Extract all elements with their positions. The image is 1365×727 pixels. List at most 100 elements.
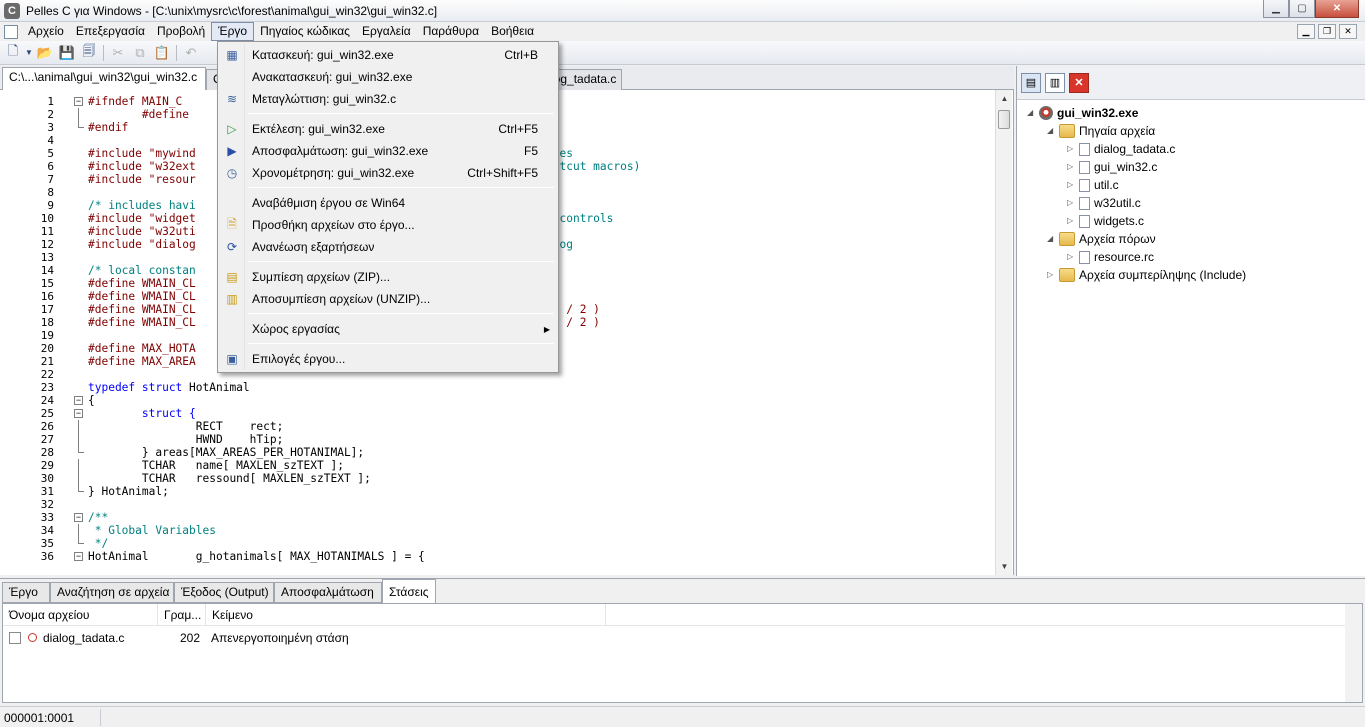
tree-file-widgets[interactable]: ▷ widgets.c xyxy=(1067,212,1144,230)
menu-file[interactable]: Αρχείο xyxy=(22,22,70,41)
collapse-arrow-icon[interactable]: ◢ xyxy=(1047,230,1059,248)
list-vertical-scrollbar[interactable] xyxy=(1345,604,1362,702)
tab-gui-win32-c[interactable]: C:\...\animal\gui_win32\gui_win32.c xyxy=(2,67,206,91)
minimize-button[interactable]: ▁ xyxy=(1263,0,1289,18)
tree-node-resource-folder[interactable]: ◢ Αρχεία πόρων xyxy=(1047,230,1156,248)
new-file-icon[interactable]: 🗋 xyxy=(2,43,24,63)
menu-item-upgrade-win64[interactable]: Αναβάθμιση έργου σε Win64 xyxy=(220,192,556,214)
breakpoint-checkbox[interactable] xyxy=(9,632,21,644)
project-view-icon[interactable]: ▤ xyxy=(1021,72,1041,93)
column-header-filename[interactable]: Όνομα αρχείου xyxy=(3,604,158,626)
scroll-up-icon[interactable]: ▲ xyxy=(996,90,1013,107)
expand-arrow-icon[interactable]: ▷ xyxy=(1067,248,1079,266)
tab-find-in-files[interactable]: Αναζήτηση σε αρχεία xyxy=(50,582,174,603)
code-line[interactable]: RECT rect; xyxy=(88,420,993,433)
collapse-arrow-icon[interactable]: ◢ xyxy=(1027,104,1039,122)
code-line[interactable] xyxy=(88,498,993,511)
fold-toggle-icon[interactable]: − xyxy=(74,396,83,405)
properties-icon[interactable]: ▥ xyxy=(1045,72,1065,93)
pelles-c-app-icon[interactable]: C xyxy=(4,2,20,19)
menu-item-execute[interactable]: ▷ Εκτέλεση: gui_win32.exe Ctrl+F5 xyxy=(220,118,556,140)
tab-breakpoints[interactable]: Στάσεις xyxy=(382,579,436,604)
menu-tools[interactable]: Εργαλεία xyxy=(356,22,417,41)
fold-toggle-icon[interactable]: − xyxy=(74,513,83,522)
code-line[interactable]: */ xyxy=(88,537,993,550)
tree-node-source-folder[interactable]: ◢ Πηγαία αρχεία xyxy=(1047,122,1155,140)
open-folder-icon[interactable]: 📂 xyxy=(34,43,56,63)
code-line[interactable]: TCHAR ressound[ MAXLEN_szTEXT ]; xyxy=(88,472,993,485)
menu-item-build[interactable]: ▦ Κατασκευή: gui_win32.exe Ctrl+B xyxy=(220,44,556,66)
menu-help[interactable]: Βοήθεια xyxy=(485,22,540,41)
copy-icon[interactable]: ⧉ xyxy=(129,43,151,63)
code-line[interactable]: } HotAnimal; xyxy=(88,485,993,498)
menu-item-zip[interactable]: ▤ Συμπίεση αρχείων (ZIP)... xyxy=(220,266,556,288)
fold-toggle-icon[interactable]: − xyxy=(74,552,83,561)
menu-item-refresh-dependencies[interactable]: ⟳ Ανανέωση εξαρτήσεων xyxy=(220,236,556,258)
fold-marker[interactable]: − xyxy=(73,550,85,563)
menu-item-profile[interactable]: ◷ Χρονομέτρηση: gui_win32.exe Ctrl+Shift… xyxy=(220,162,556,184)
code-line[interactable]: * Global Variables xyxy=(88,524,993,537)
tree-file-util[interactable]: ▷ util.c xyxy=(1067,176,1119,194)
paste-icon[interactable]: 📋 xyxy=(151,43,173,63)
save-icon[interactable]: 💾 xyxy=(56,43,78,63)
column-header-line[interactable]: Γραμ... xyxy=(158,604,206,626)
close-button[interactable]: ✕ xyxy=(1315,0,1359,18)
code-line[interactable]: } areas[MAX_AREAS_PER_HOTANIMAL]; xyxy=(88,446,993,459)
menu-edit[interactable]: Επεξεργασία xyxy=(70,22,151,41)
editor-vertical-scrollbar[interactable]: ▲ ▼ xyxy=(995,90,1012,575)
scroll-thumb[interactable] xyxy=(998,110,1010,129)
fold-margin[interactable]: − − − − − xyxy=(73,95,85,563)
menu-view[interactable]: Προβολή xyxy=(151,22,211,41)
expand-arrow-icon[interactable]: ▷ xyxy=(1067,194,1079,212)
tab-project[interactable]: Έργο xyxy=(2,582,50,603)
scroll-down-icon[interactable]: ▼ xyxy=(996,558,1013,575)
expand-arrow-icon[interactable]: ▷ xyxy=(1047,266,1059,284)
undo-icon[interactable]: ↶ xyxy=(180,43,202,63)
fold-marker[interactable]: − xyxy=(73,95,85,108)
expand-arrow-icon[interactable]: ▷ xyxy=(1067,176,1079,194)
tree-file-dialog-tadata[interactable]: ▷ dialog_tadata.c xyxy=(1067,140,1175,158)
menu-item-unzip[interactable]: ▥ Αποσυμπίεση αρχείων (UNZIP)... xyxy=(220,288,556,310)
fold-toggle-icon[interactable]: − xyxy=(74,97,83,106)
table-row[interactable]: dialog_tadata.c 202 Απενεργοποιημένη στά… xyxy=(3,628,1348,648)
code-line[interactable]: HWND hTip; xyxy=(88,433,993,446)
tree-file-gui-win32[interactable]: ▷ gui_win32.c xyxy=(1067,158,1157,176)
cut-icon[interactable]: ✂ xyxy=(107,43,129,63)
save-all-icon[interactable]: 🗐 xyxy=(78,43,100,63)
fold-marker[interactable]: − xyxy=(73,394,85,407)
code-line[interactable]: typedef struct HotAnimal xyxy=(88,381,993,394)
mdi-close-button[interactable]: ✕ xyxy=(1339,24,1357,39)
mdi-restore-button[interactable]: ❐ xyxy=(1318,24,1336,39)
menu-item-rebuild[interactable]: Ανακατασκευή: gui_win32.exe xyxy=(220,66,556,88)
code-line[interactable]: struct { xyxy=(88,407,993,420)
expand-arrow-icon[interactable]: ▷ xyxy=(1067,140,1079,158)
fold-marker[interactable]: − xyxy=(73,511,85,524)
code-line[interactable]: { xyxy=(88,394,993,407)
tab-output[interactable]: Έξοδος (Output) xyxy=(174,582,274,603)
maximize-button[interactable]: ▢ xyxy=(1289,0,1315,18)
code-line[interactable]: /** xyxy=(88,511,993,524)
fold-toggle-icon[interactable]: − xyxy=(74,409,83,418)
mdi-minimize-button[interactable]: ▁ xyxy=(1297,24,1315,39)
dropdown-arrow-icon[interactable]: ▼ xyxy=(24,43,34,63)
collapse-arrow-icon[interactable]: ◢ xyxy=(1047,122,1059,140)
column-header-text[interactable]: Κείμενο xyxy=(206,604,606,626)
menu-item-project-options[interactable]: ▣ Επιλογές έργου... xyxy=(220,348,556,370)
code-line[interactable]: HotAnimal g_hotanimals[ MAX_HOTANIMALS ]… xyxy=(88,550,993,563)
menu-source[interactable]: Πηγαίος κώδικας xyxy=(254,22,356,41)
remove-icon[interactable]: ✕ xyxy=(1069,72,1089,93)
tree-file-w32util[interactable]: ▷ w32util.c xyxy=(1067,194,1141,212)
expand-arrow-icon[interactable]: ▷ xyxy=(1067,212,1079,230)
tab-debug[interactable]: Αποσφαλμάτωση xyxy=(274,582,382,603)
tree-node-root[interactable]: ◢ gui_win32.exe xyxy=(1027,104,1138,122)
tree-node-include-folder[interactable]: ▷ Αρχεία συμπερίληψης (Include) xyxy=(1047,266,1246,284)
document-icon[interactable] xyxy=(4,24,18,39)
menu-item-compile[interactable]: ≋ Μεταγλώττιση: gui_win32.c xyxy=(220,88,556,110)
code-line[interactable]: TCHAR name[ MAXLEN_szTEXT ]; xyxy=(88,459,993,472)
menu-window[interactable]: Παράθυρα xyxy=(417,22,485,41)
menu-item-workspace[interactable]: Χώρος εργασίας ▶ xyxy=(220,318,556,340)
menu-item-debug[interactable]: ▶ Αποσφαλμάτωση: gui_win32.exe F5 xyxy=(220,140,556,162)
tree-file-resource-rc[interactable]: ▷ resource.rc xyxy=(1067,248,1154,266)
menu-item-add-files[interactable]: 🗎 Προσθήκη αρχείων στο έργο... xyxy=(220,214,556,236)
menu-project[interactable]: Έργο xyxy=(211,22,255,41)
